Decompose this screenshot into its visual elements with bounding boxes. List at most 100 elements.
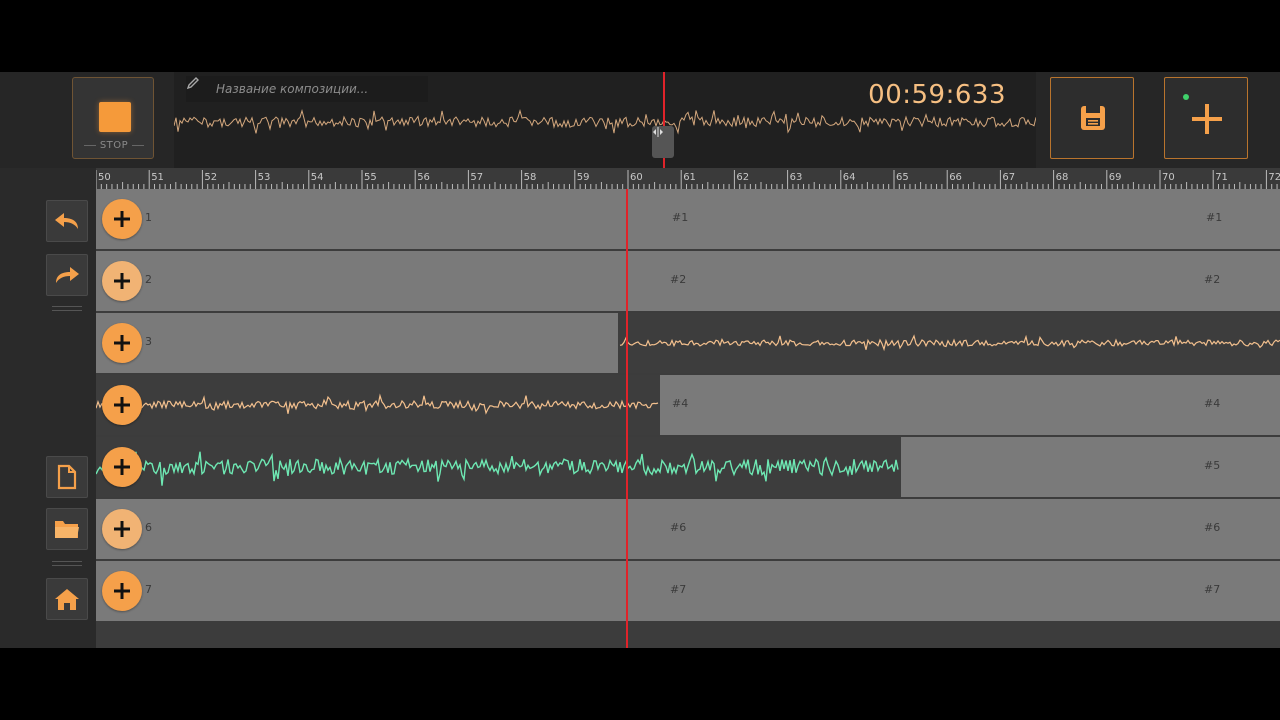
ruler-tick-label: 53 [258, 172, 271, 183]
waveform-path [619, 334, 1280, 352]
toolbar-divider [52, 561, 82, 562]
track-number: 1 [145, 211, 152, 224]
track-4[interactable]: #4 #4 [96, 375, 1280, 435]
ruler-tick-label: 52 [204, 172, 217, 183]
stop-button[interactable]: STOP [72, 77, 154, 159]
ruler-tick-label: 70 [1162, 172, 1175, 183]
track-1[interactable]: 1 #1 #1 [96, 189, 1280, 249]
track-marker: #6 [1204, 521, 1221, 534]
track-marker: #7 [1204, 583, 1221, 596]
track-number: 7 [145, 583, 152, 596]
waveform [619, 334, 1280, 352]
top-bar: STOP Название композиции... 00:59:633 [0, 72, 1280, 168]
add-button[interactable] [1164, 77, 1248, 159]
ruler-tick-label: 63 [790, 172, 803, 183]
track-marker: #2 [1204, 273, 1221, 286]
track-2[interactable]: 2 #2 #2 [96, 251, 1280, 311]
waveform-path [96, 393, 659, 415]
plus-icon [114, 397, 130, 413]
track-add-button[interactable] [102, 447, 142, 487]
left-toolbar [0, 168, 96, 648]
save-button[interactable] [1050, 77, 1134, 159]
track-marker: #4 [672, 397, 689, 410]
ruler-tick-label: 69 [1109, 172, 1122, 183]
redo-button[interactable] [46, 254, 88, 296]
plus-icon [114, 211, 130, 227]
stop-square-icon [99, 102, 131, 132]
ruler-tick-label: 66 [949, 172, 962, 183]
ruler-tick-label: 56 [417, 172, 430, 183]
folder-icon [55, 521, 79, 538]
track-marker: #6 [670, 521, 687, 534]
ruler-tick-label: 51 [151, 172, 164, 183]
track-add-button[interactable] [102, 571, 142, 611]
ruler-tick-label: 62 [736, 172, 749, 183]
track-number: 2 [145, 273, 152, 286]
scrub-handle-icon [653, 127, 663, 137]
plus-icon [1192, 104, 1222, 134]
track-7[interactable]: 7 #7 #7 [96, 561, 1280, 621]
ruler-tick-label: 55 [364, 172, 377, 183]
track-number: 3 [145, 335, 152, 348]
new-file-button[interactable] [46, 456, 88, 498]
playhead[interactable] [626, 189, 628, 648]
track-marker: #1 [672, 211, 689, 224]
track-add-button[interactable] [102, 385, 142, 425]
ruler-tick-label: 71 [1215, 172, 1228, 183]
undo-button[interactable] [46, 200, 88, 242]
file-icon [57, 464, 77, 490]
plus-icon [114, 459, 130, 475]
ruler-tick-label: 60 [630, 172, 643, 183]
track-add-button[interactable] [102, 323, 142, 363]
audio-editor: STOP Название композиции... 00:59:633 50… [0, 72, 1280, 648]
stop-label: STOP [73, 140, 155, 151]
track-marker: #2 [670, 273, 687, 286]
open-folder-button[interactable] [46, 508, 88, 550]
track-number: 6 [145, 521, 152, 534]
track-marker: #1 [1206, 211, 1223, 224]
track-5[interactable]: #5 [96, 437, 1280, 497]
home-icon [55, 589, 79, 610]
track-6[interactable]: 6 #6 #6 [96, 499, 1280, 559]
ruler-tick-label: 72 [1268, 172, 1280, 183]
toolbar-divider [52, 306, 82, 307]
overview-wave-path [174, 108, 1036, 135]
ruler-tick-label: 64 [843, 172, 856, 183]
ruler-tick-label: 61 [683, 172, 696, 183]
home-button[interactable] [46, 578, 88, 620]
ruler-tick-label: 54 [311, 172, 324, 183]
track-area: 1 #1 #1 2 #2 #2 3 #4 #4 #5 6 #6 #6 7 #7 … [96, 189, 1280, 648]
ruler-tick-label: 58 [524, 172, 537, 183]
time-display: 00:59:633 [868, 80, 1006, 110]
plus-icon [114, 273, 130, 289]
waveform-path [96, 451, 899, 486]
track-marker: #5 [1204, 459, 1221, 472]
track-3[interactable]: 3 [96, 313, 1280, 373]
ruler-tick-label: 50 [98, 172, 111, 183]
undo-arrow-icon [55, 213, 78, 229]
ruler-tick-label: 57 [470, 172, 483, 183]
composition-title-field[interactable]: Название композиции... [186, 76, 428, 102]
track-add-button[interactable] [102, 261, 142, 301]
plus-icon [114, 583, 130, 599]
plus-icon [114, 521, 130, 537]
toolbar-divider [52, 310, 82, 311]
track-add-button[interactable] [102, 509, 142, 549]
track-marker: #4 [1204, 397, 1221, 410]
redo-arrow-icon [56, 267, 79, 283]
toolbar-divider [52, 565, 82, 566]
ruler-tick-label: 59 [577, 172, 590, 183]
overview-waveform[interactable]: Название композиции... 00:59:633 [174, 72, 1036, 168]
composition-title-placeholder: Название композиции... [216, 82, 369, 96]
timeline-ruler[interactable]: 50 51 52 53 54 55 56 57 58 59 60 61 62 63 64 65 66 67 68 69… [96, 168, 1280, 189]
overview-scrub-handle[interactable] [652, 126, 674, 158]
track-add-button[interactable] [102, 199, 142, 239]
floppy-disk-icon [1081, 106, 1105, 130]
ruler-ticks: 50 51 52 53 54 55 56 57 58 59 60 61 62 63 64 65 66 67 68 69… [96, 170, 1280, 189]
ruler-tick-label: 65 [896, 172, 909, 183]
ruler-tick-label: 68 [1056, 172, 1069, 183]
waveform [96, 451, 899, 486]
ruler-tick-label: 67 [1002, 172, 1015, 183]
track-marker: #7 [670, 583, 687, 596]
plus-icon [114, 335, 130, 351]
